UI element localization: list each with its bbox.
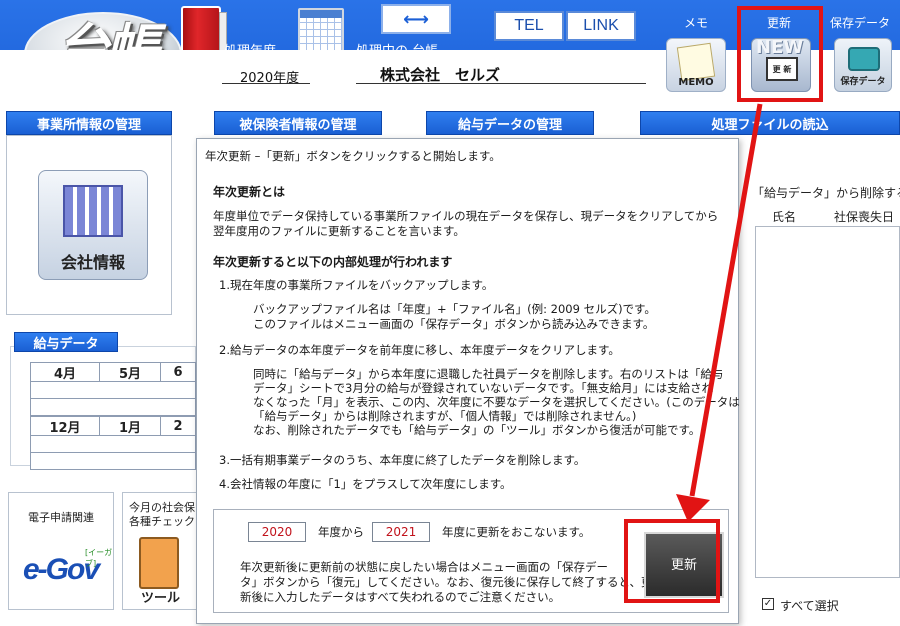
update-highlight-frame — [737, 6, 823, 102]
step2-line4: 「給与データ」からは削除されますが、「個人情報」では削除されません。) — [253, 409, 637, 423]
save-tile-label: 保存データ — [840, 77, 886, 87]
month-cell[interactable]: 2 — [160, 416, 196, 436]
monthly-check-button[interactable]: 今月の社会保 各種チェック ツール — [122, 492, 202, 610]
briefcase-icon — [848, 47, 880, 71]
save-data-button[interactable]: 保存データ — [834, 38, 892, 92]
company-info-label: 会社情報 — [60, 253, 125, 272]
select-all-label: すべて選択 — [780, 599, 839, 613]
step2-line5: なお、削除されたデータでも「給与データ」の「ツール」ボタンから復活が可能です。 — [253, 423, 701, 437]
section-insured[interactable]: 被保険者情報の管理 — [214, 111, 382, 135]
col-loss-date: 社保喪失日 — [834, 210, 895, 224]
year-value: 2020年度 — [222, 64, 310, 86]
tool-text: ツール — [141, 591, 181, 606]
save-data-label: 保存データ — [830, 16, 891, 30]
memo-pad-icon — [676, 42, 716, 82]
month-row-blank — [30, 398, 196, 416]
month-row-blank — [30, 452, 196, 470]
calendar-icon[interactable] — [298, 8, 344, 52]
from-label: 年度から — [318, 525, 364, 539]
monthly-line2: 各種チェック — [129, 515, 195, 528]
month-row-blank — [30, 381, 196, 399]
col-name: 氏名 — [772, 210, 797, 224]
from-year-field[interactable]: 2020 — [248, 522, 306, 542]
note-line3: 新後に入力したデータはすべて失われるのでご注意ください。 — [240, 590, 561, 604]
step1: 1.現在年度の事業所ファイルをバックアップします。 — [219, 278, 494, 292]
step1-line1: バックアップファイル名は「年度」+「ファイル名」(例: 2009 セルズ)です。 — [253, 302, 656, 316]
to-year-field[interactable]: 2021 — [372, 522, 430, 542]
step2-line3: なくなった「月」を表示、この内、次年度に不要なデータを選択してください。(このデ… — [253, 395, 740, 409]
step1-line2: このファイルはメニュー画面の「保存データ」ボタンから読み込みできます。 — [253, 317, 655, 331]
what-line1: 年度単位でデータ保持している事業所ファイルの現在データを保存し、現データをクリア… — [213, 209, 719, 223]
month-cell[interactable]: 4月 — [30, 362, 100, 382]
company-name: 株式会社 セルズ — [356, 62, 646, 84]
step2-line2: データ」シートで3月分の給与が登録されていないデータです。「無支給月」には支給さ… — [253, 381, 714, 395]
month-cell[interactable]: 5月 — [99, 362, 161, 382]
swap-arrow-icon[interactable]: ⟷ — [381, 4, 451, 34]
company-info-button[interactable]: 会社情報 — [38, 170, 148, 280]
building-icon — [63, 185, 123, 237]
select-all-checkbox[interactable]: ✓ — [762, 598, 774, 610]
section-office[interactable]: 事業所情報の管理 — [6, 111, 172, 135]
what-line2: 翌年度用のファイルに更新することを言います。 — [213, 224, 465, 238]
removal-list[interactable] — [755, 226, 900, 578]
month-cell[interactable]: 12月 — [30, 416, 100, 436]
step4: 4.会社情報の年度に「1」をプラスして次年度にします。 — [219, 477, 512, 491]
tel-button[interactable]: TEL — [494, 11, 564, 41]
step2-line1: 同時に「給与データ」から本年度に退職した社員データを削除します。右のリストは「給… — [253, 367, 724, 381]
section-file-load[interactable]: 処理ファイルの読込 — [640, 111, 900, 135]
section-salary[interactable]: 給与データの管理 — [426, 111, 594, 135]
memo-tile-label: MEMO — [678, 77, 714, 88]
instruction-text: 年次更新 –「更新」ボタンをクリックすると開始します。 — [205, 149, 501, 163]
update-button-highlight-frame — [624, 519, 720, 603]
month-row-blank — [30, 435, 196, 453]
egov-sub: [イーガブ] — [85, 548, 113, 568]
memo-button[interactable]: MEMO — [666, 38, 726, 92]
link-button[interactable]: LINK — [566, 11, 636, 41]
note-line2: タ」ボタンから「復元」してください。なお、復元後に保存して終了すると、更 — [240, 575, 653, 589]
process-heading: 年次更新すると以下の内部処理が行われます — [213, 255, 453, 269]
egov-button[interactable]: 電子申請関連 e-Gov [イーガブ] — [8, 492, 114, 610]
removed-heading: 「給与データ」から削除する — [752, 186, 900, 200]
step3: 3.一括有期事業データのうち、本年度に終了したデータを削除します。 — [219, 453, 586, 467]
tool-box-icon — [139, 537, 179, 589]
step2: 2.給与データの本年度データを前年度に移し、本年度データをクリアします。 — [219, 343, 620, 357]
note-line1: 年次更新後に更新前の状態に戻したい場合はメニュー画面の「保存デー — [240, 560, 608, 574]
month-cell[interactable]: 1月 — [99, 416, 161, 436]
salary-data-tab[interactable]: 給与データ — [14, 332, 118, 352]
month-cell[interactable]: 6 — [160, 362, 196, 382]
e-filing-label: 電子申請関連 — [28, 511, 94, 524]
to-label: 年度に更新をおこないます。 — [442, 525, 591, 539]
what-heading: 年次更新とは — [213, 185, 286, 199]
memo-label: メモ — [684, 16, 709, 30]
